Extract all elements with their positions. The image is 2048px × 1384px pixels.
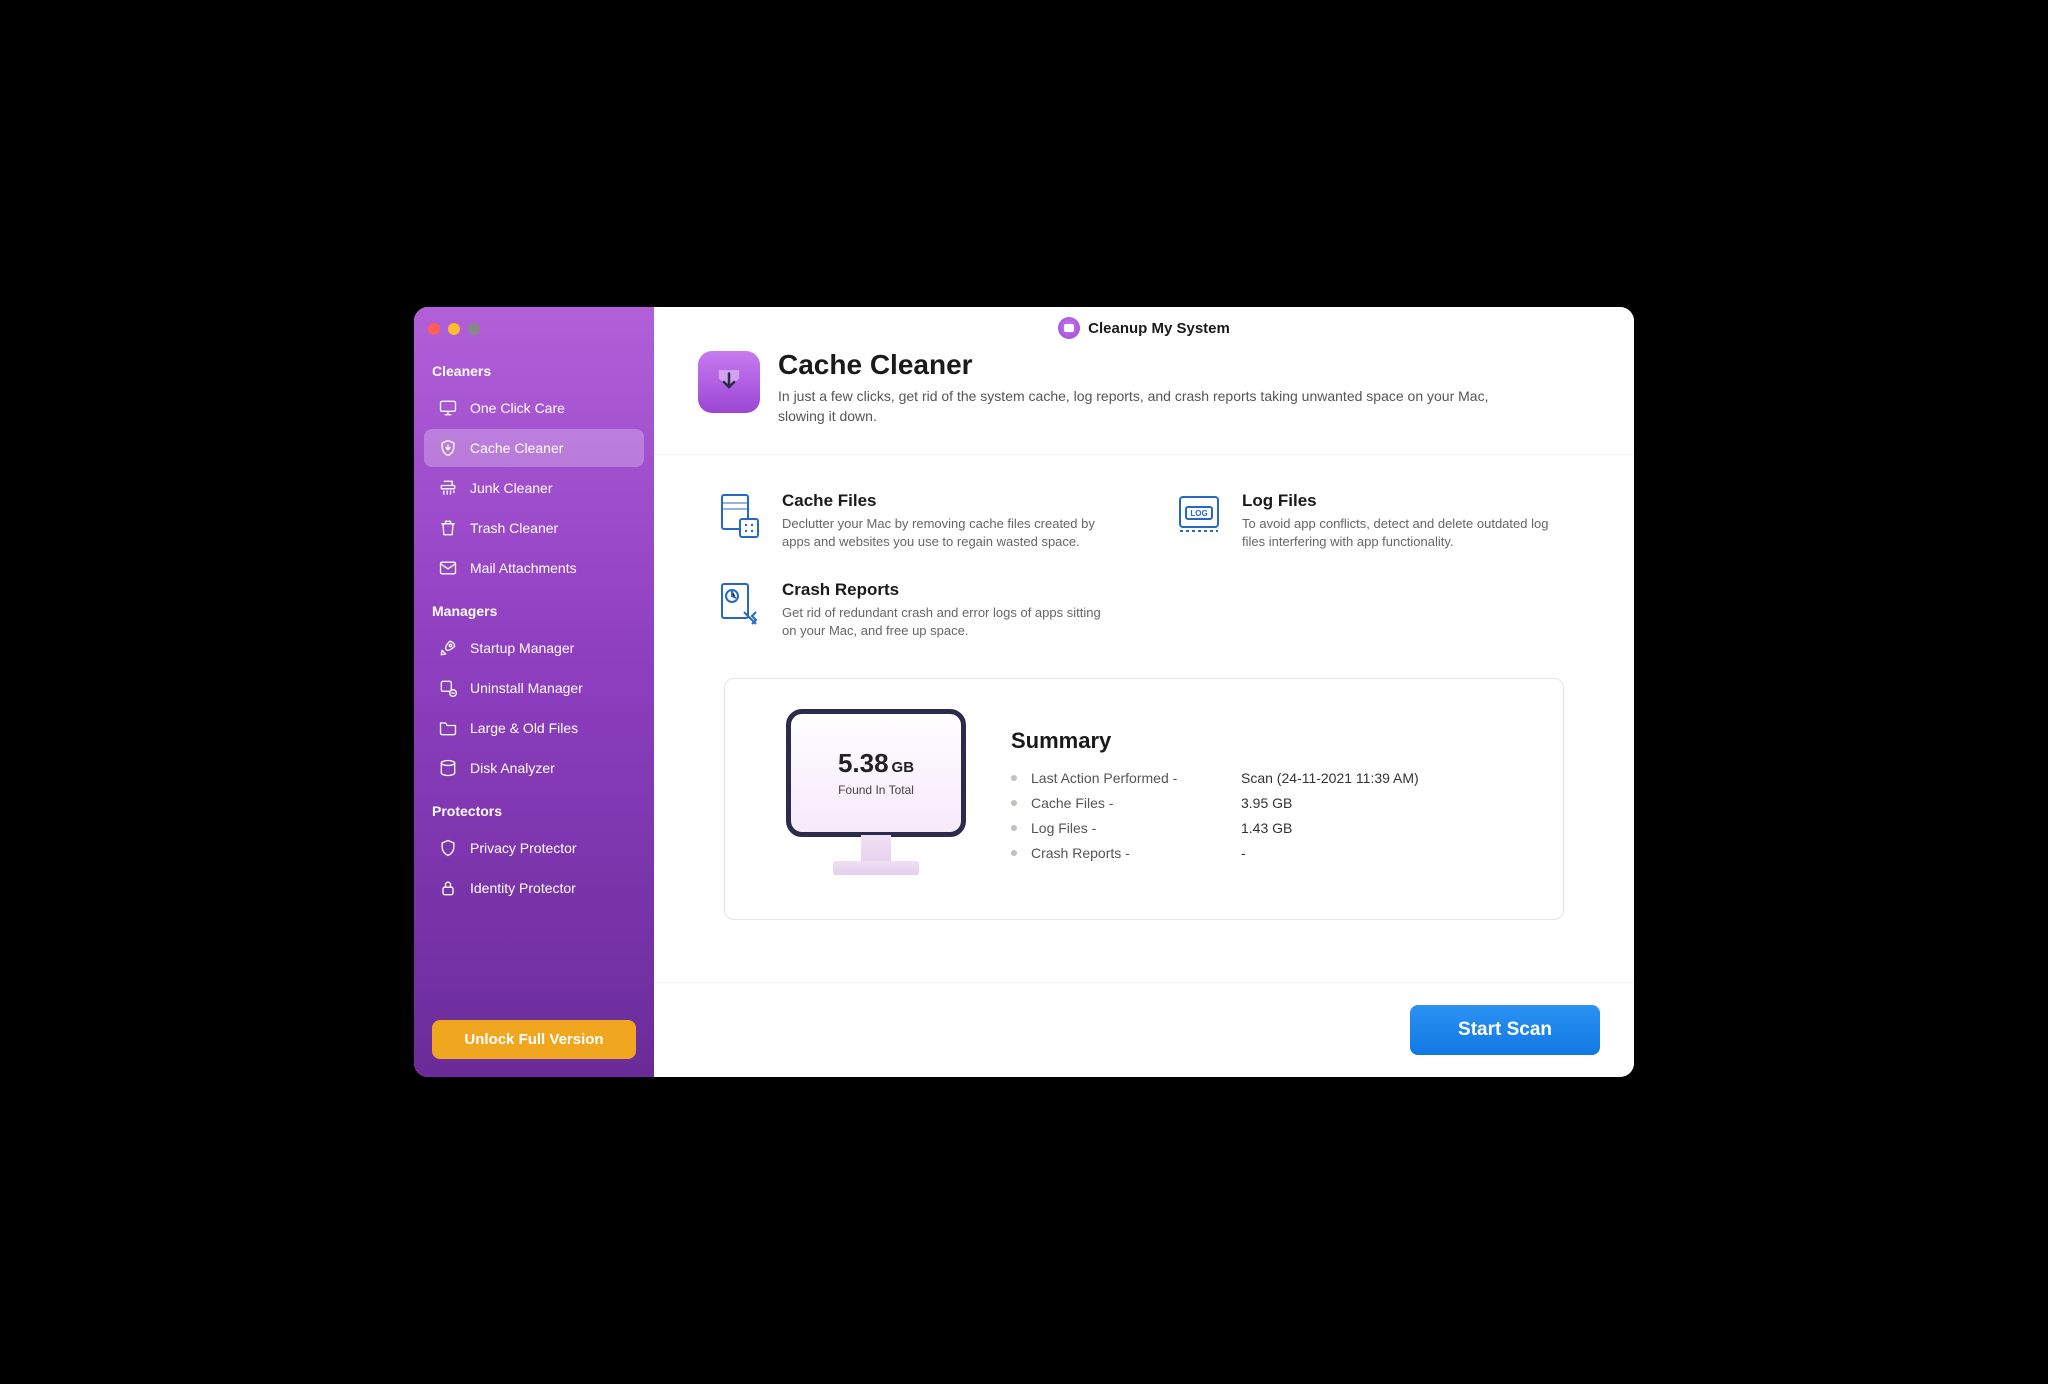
nav-label: Mail Attachments: [470, 560, 577, 576]
main-panel: Cleanup My System Cache Cleaner In just …: [654, 307, 1634, 1077]
feature-title: Cache Files: [782, 491, 1114, 511]
app-brand-icon: [1058, 317, 1080, 339]
sidebar-item-startup-manager[interactable]: Startup Manager: [424, 629, 644, 667]
shield-down-icon: [438, 438, 458, 458]
section-title-managers: Managers: [414, 589, 654, 627]
nav-label: Cache Cleaner: [470, 440, 563, 456]
section-title-cleaners: Cleaners: [414, 349, 654, 387]
unlock-full-version-button[interactable]: Unlock Full Version: [432, 1020, 636, 1059]
summary-monitor-graphic: 5.38GB Found In Total: [781, 709, 971, 889]
sidebar-item-trash-cleaner[interactable]: Trash Cleaner: [424, 509, 644, 547]
sidebar-section-managers: Managers Startup Manager Uninstall Manag…: [414, 589, 654, 789]
feature-crash-reports: Crash Reports Get rid of redundant crash…: [714, 580, 1114, 640]
rocket-icon: [438, 638, 458, 658]
feature-desc: To avoid app conflicts, detect and delet…: [1242, 515, 1574, 551]
summary-row: Cache Files -3.95 GB: [1011, 795, 1523, 811]
minimize-window-button[interactable]: [448, 323, 460, 335]
feature-log-files: LOG Log Files To avoid app conflicts, de…: [1174, 491, 1574, 551]
start-scan-button[interactable]: Start Scan: [1410, 1005, 1600, 1055]
total-size-unit: GB: [892, 759, 915, 776]
page-subtitle: In just a few clicks, get rid of the sys…: [778, 387, 1538, 426]
sidebar-item-mail-attachments[interactable]: Mail Attachments: [424, 549, 644, 587]
lock-icon: [438, 878, 458, 898]
sidebar-item-one-click-care[interactable]: One Click Care: [424, 389, 644, 427]
sidebar-section-cleaners: Cleaners One Click Care Cache Cleaner Ju…: [414, 349, 654, 589]
cache-cleaner-hero-icon: [698, 351, 760, 413]
app-window: Cleaners One Click Care Cache Cleaner Ju…: [414, 307, 1634, 1077]
summary-row: Crash Reports --: [1011, 845, 1523, 861]
page-title: Cache Cleaner: [778, 349, 1538, 381]
shield-icon: [438, 838, 458, 858]
crash-report-icon: [714, 580, 764, 630]
page-header: Cache Cleaner In just a few clicks, get …: [654, 349, 1634, 455]
sidebar-item-uninstall-manager[interactable]: Uninstall Manager: [424, 669, 644, 707]
sidebar-item-privacy-protector[interactable]: Privacy Protector: [424, 829, 644, 867]
nav-label: Large & Old Files: [470, 720, 578, 736]
nav-label: Startup Manager: [470, 640, 574, 656]
svg-text:LOG: LOG: [1190, 509, 1207, 518]
titlebar: Cleanup My System: [654, 307, 1634, 349]
summary-row: Log Files -1.43 GB: [1011, 820, 1523, 836]
summary-card: 5.38GB Found In Total Summary Last Actio…: [724, 678, 1564, 920]
close-window-button[interactable]: [428, 323, 440, 335]
sidebar: Cleaners One Click Care Cache Cleaner Ju…: [414, 307, 654, 1077]
folder-icon: [438, 718, 458, 738]
sidebar-item-disk-analyzer[interactable]: Disk Analyzer: [424, 749, 644, 787]
summary-info: Summary Last Action Performed -Scan (24-…: [1011, 728, 1523, 870]
section-title-protectors: Protectors: [414, 789, 654, 827]
feature-title: Log Files: [1242, 491, 1574, 511]
summary-row: Last Action Performed -Scan (24-11-2021 …: [1011, 770, 1523, 786]
app-remove-icon: [438, 678, 458, 698]
total-size-value: 5.38: [838, 748, 889, 778]
nav-label: Privacy Protector: [470, 840, 577, 856]
nav-label: Disk Analyzer: [470, 760, 555, 776]
summary-heading: Summary: [1011, 728, 1523, 754]
mail-icon: [438, 558, 458, 578]
footer-bar: Start Scan: [654, 982, 1634, 1077]
log-file-icon: LOG: [1174, 491, 1224, 541]
nav-label: Junk Cleaner: [470, 480, 553, 496]
monitor-icon: [438, 398, 458, 418]
feature-title: Crash Reports: [782, 580, 1114, 600]
nav-label: Identity Protector: [470, 880, 576, 896]
trash-icon: [438, 518, 458, 538]
feature-desc: Get rid of redundant crash and error log…: [782, 604, 1114, 640]
feature-grid: Cache Files Declutter your Mac by removi…: [654, 455, 1634, 660]
disk-icon: [438, 758, 458, 778]
sidebar-item-cache-cleaner[interactable]: Cache Cleaner: [424, 429, 644, 467]
feature-desc: Declutter your Mac by removing cache fil…: [782, 515, 1114, 551]
window-controls: [414, 319, 654, 349]
cache-file-icon: [714, 491, 764, 541]
feature-cache-files: Cache Files Declutter your Mac by removi…: [714, 491, 1114, 551]
nav-label: One Click Care: [470, 400, 565, 416]
sidebar-item-large-old-files[interactable]: Large & Old Files: [424, 709, 644, 747]
sidebar-item-junk-cleaner[interactable]: Junk Cleaner: [424, 469, 644, 507]
nav-label: Trash Cleaner: [470, 520, 558, 536]
found-in-total-label: Found In Total: [838, 783, 914, 797]
zoom-window-button[interactable]: [468, 323, 480, 335]
sidebar-item-identity-protector[interactable]: Identity Protector: [424, 869, 644, 907]
sidebar-section-protectors: Protectors Privacy Protector Identity Pr…: [414, 789, 654, 909]
shredder-icon: [438, 478, 458, 498]
app-title: Cleanup My System: [1088, 320, 1230, 337]
nav-label: Uninstall Manager: [470, 680, 583, 696]
